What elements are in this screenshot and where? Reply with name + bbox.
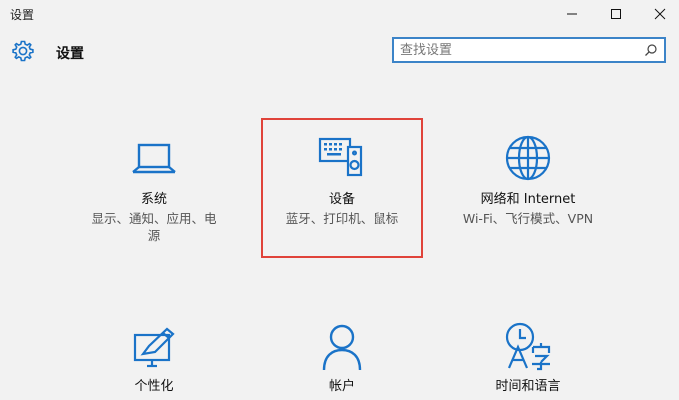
laptop-icon: [132, 143, 176, 174]
search-input[interactable]: [400, 41, 636, 59]
window-title: 设置: [10, 8, 35, 22]
tile-system-desc-line1: 显示、通知、应用、电: [91, 211, 217, 226]
highlight-frame: [261, 118, 423, 258]
gear-icon: [12, 40, 34, 62]
search-icon[interactable]: [644, 43, 658, 57]
tile-personalization-title: 个性化: [134, 379, 174, 394]
tile-network-desc-line1: Wi-Fi、飞行模式、VPN: [462, 211, 594, 226]
search-box[interactable]: [392, 37, 666, 63]
tile-time-language-title: 时间和语言: [495, 379, 561, 394]
tile-system[interactable]: 系统 显示、通知、应用、电 源: [68, 130, 240, 250]
tile-time-language[interactable]: 时间和语言: [442, 318, 614, 400]
tile-personalization[interactable]: 个性化: [68, 318, 240, 400]
time-language-icon: [505, 322, 551, 371]
tile-network[interactable]: 网络和 Internet Wi-Fi、飞行模式、VPN: [442, 130, 614, 250]
tile-network-title: 网络和 Internet: [480, 192, 576, 207]
tile-system-desc-line2: 源: [147, 228, 161, 243]
minimize-icon: [567, 13, 577, 15]
minimize-button[interactable]: [549, 0, 595, 28]
person-icon: [322, 324, 362, 371]
globe-icon: [505, 135, 551, 181]
tile-accounts-title: 帐户: [328, 379, 355, 394]
maximize-icon: [611, 9, 621, 19]
title-bar: 设置: [0, 0, 679, 28]
tile-accounts[interactable]: 帐户: [256, 318, 428, 400]
maximize-button[interactable]: [593, 0, 639, 28]
close-icon: [654, 8, 666, 20]
personalization-icon: [133, 327, 175, 368]
page-title: 设置: [56, 46, 84, 62]
close-button[interactable]: [637, 0, 679, 28]
tile-system-title: 系统: [140, 192, 167, 207]
